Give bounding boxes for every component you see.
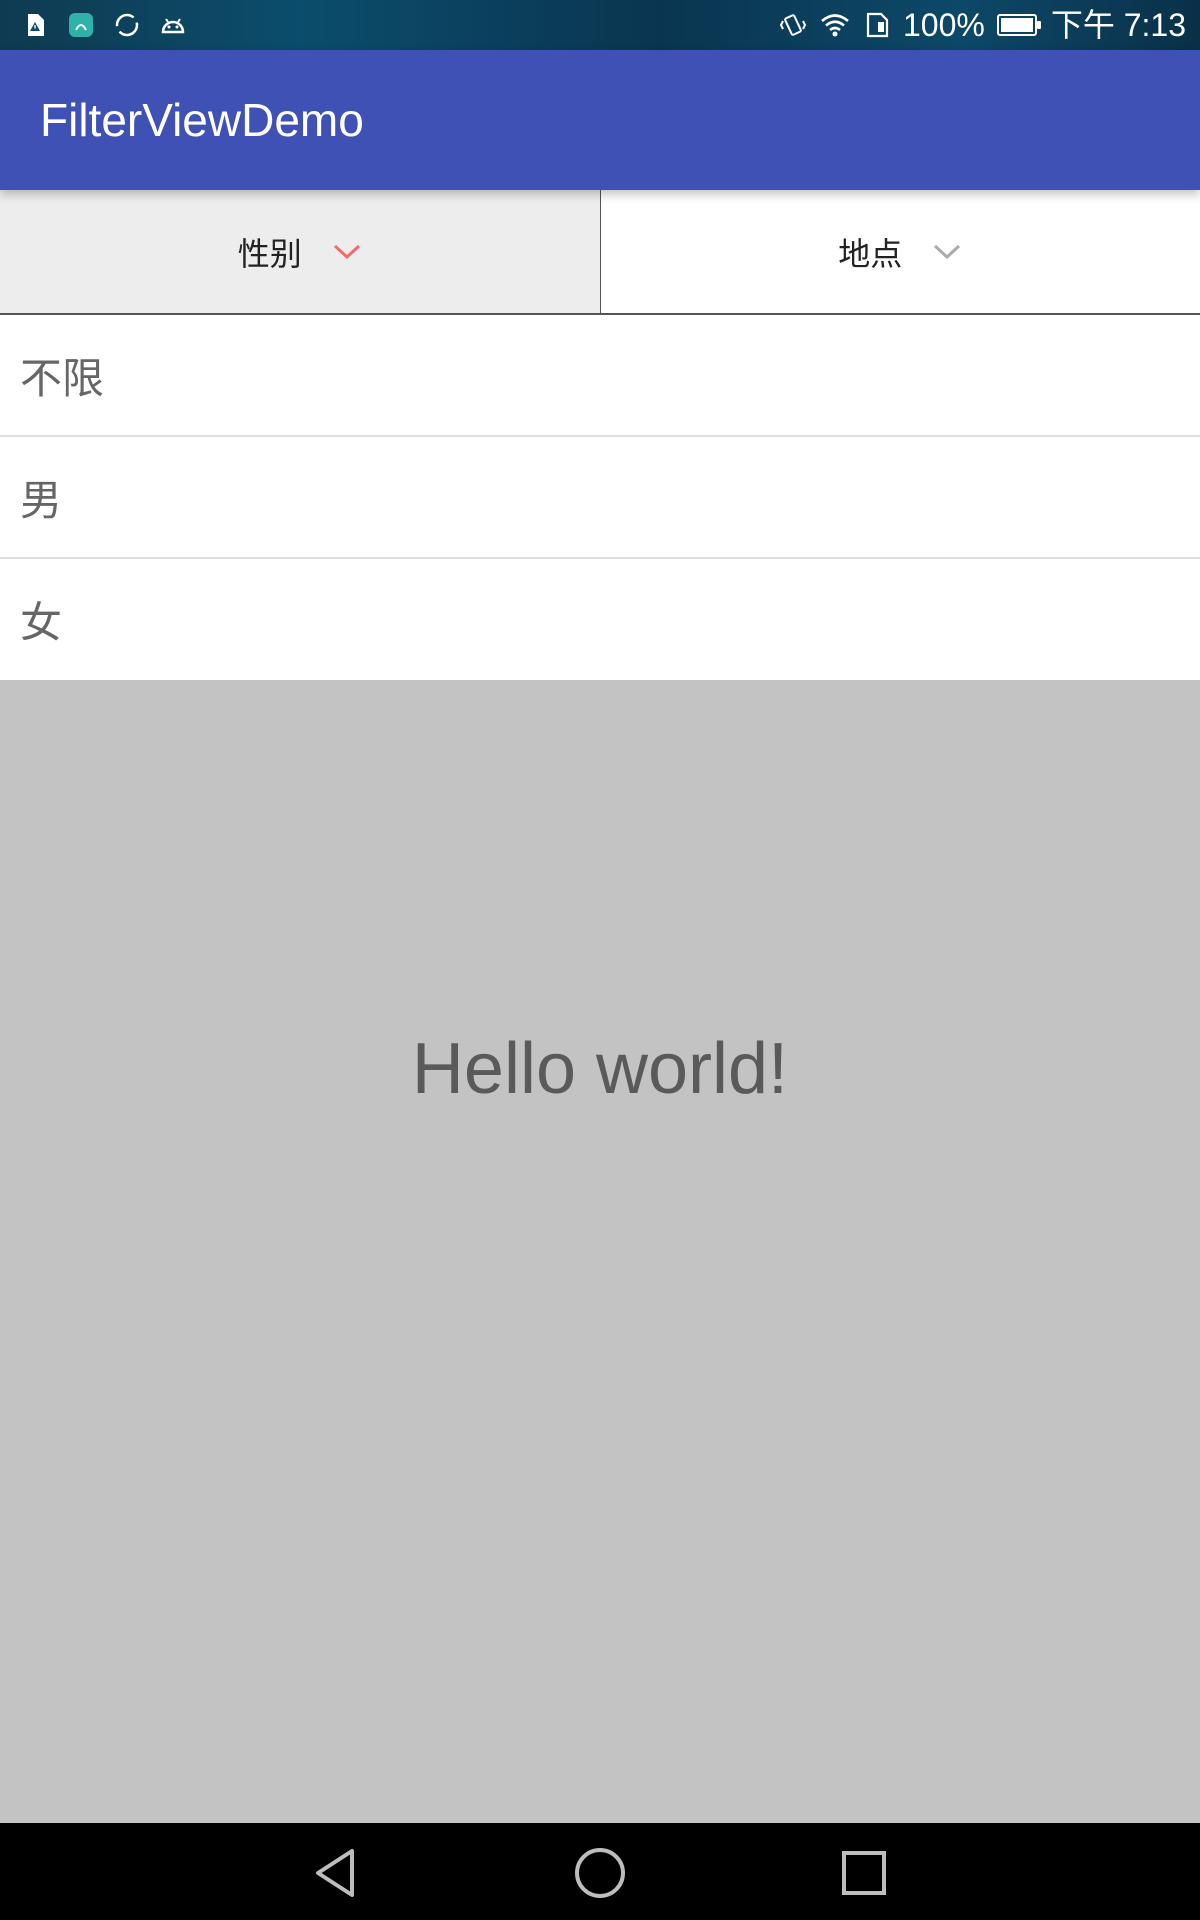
wifi-icon bbox=[819, 9, 851, 41]
option-label: 女 bbox=[20, 598, 63, 647]
battery-fill bbox=[1000, 18, 1033, 32]
sim-card-icon bbox=[861, 9, 893, 41]
chevron-down-icon bbox=[333, 244, 360, 259]
list-item[interactable]: 不限 bbox=[0, 315, 1200, 437]
home-button[interactable] bbox=[572, 1845, 628, 1901]
app-bar: FilterViewDemo bbox=[0, 50, 1200, 190]
filter-tab-label: 地点 bbox=[838, 234, 903, 273]
status-bar-right: 100% 下午 7:13 bbox=[777, 6, 1186, 44]
sim-alert-icon bbox=[20, 10, 50, 40]
chevron-stroke bbox=[934, 244, 961, 259]
sync-icon bbox=[112, 10, 142, 40]
filter-tab-location[interactable]: 地点 bbox=[600, 190, 1200, 313]
battery-icon bbox=[996, 14, 1041, 36]
filter-option-list: 不限 男 女 bbox=[0, 315, 1200, 680]
battery-percent: 100% bbox=[902, 7, 985, 43]
navigation-bar bbox=[0, 1823, 1200, 1920]
back-icon bbox=[316, 1849, 354, 1897]
huawei-app-icon bbox=[66, 10, 96, 40]
status-bar-left bbox=[20, 8, 188, 42]
recent-apps-button[interactable] bbox=[836, 1845, 892, 1901]
content-area: Hello world! bbox=[0, 680, 1200, 1823]
status-time: 下午 7:13 bbox=[1050, 7, 1186, 43]
recent-apps-icon bbox=[842, 1851, 886, 1895]
chevron-down-icon bbox=[934, 244, 961, 259]
status-bar: 100% 下午 7:13 bbox=[0, 0, 1200, 50]
option-label: 不限 bbox=[20, 353, 105, 403]
app-title: FilterViewDemo bbox=[40, 94, 364, 146]
chevron-stroke bbox=[333, 244, 360, 259]
list-item[interactable]: 男 bbox=[0, 437, 1200, 559]
option-label: 男 bbox=[20, 475, 63, 525]
hello-text: Hello world! bbox=[411, 1029, 789, 1109]
filter-tab-gender[interactable]: 性别 bbox=[0, 190, 601, 313]
filter-bar: 性别 地点 bbox=[0, 190, 1200, 315]
filter-tab-label: 性别 bbox=[237, 234, 302, 273]
vibrate-icon bbox=[777, 9, 809, 41]
home-icon bbox=[575, 1848, 625, 1898]
list-item[interactable]: 女 bbox=[0, 559, 1200, 680]
android-icon bbox=[158, 10, 188, 40]
back-button[interactable] bbox=[308, 1845, 364, 1901]
